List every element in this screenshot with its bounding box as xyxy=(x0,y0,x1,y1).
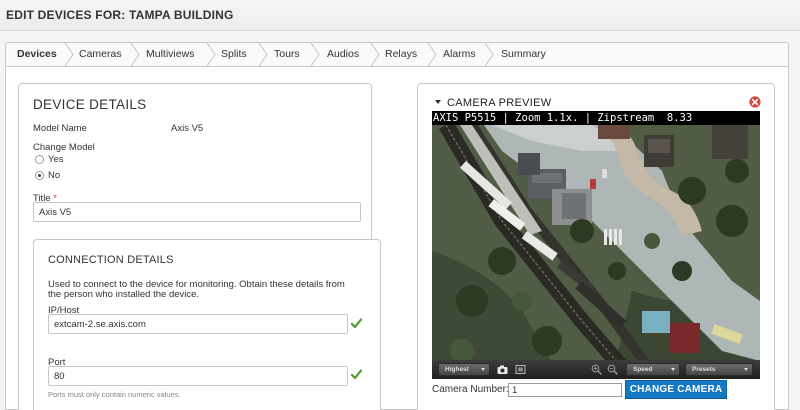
port-hint: Ports must only contain numeric values. xyxy=(48,390,181,399)
change-model-yes-radio[interactable] xyxy=(35,155,44,164)
camera-number-input[interactable]: 1 xyxy=(508,383,622,397)
connection-description: Used to connect to the device for monito… xyxy=(48,279,345,300)
change-model-yes-label[interactable]: Yes xyxy=(48,154,64,165)
close-icon[interactable] xyxy=(749,96,761,108)
presets-select-value: Presets xyxy=(692,366,716,373)
tab-cameras[interactable]: Cameras xyxy=(79,43,122,66)
video-control-bar: Highest Speed Presets xyxy=(432,360,760,379)
collapse-caret-icon[interactable] xyxy=(435,100,441,104)
tab-splits[interactable]: Splits xyxy=(221,43,247,66)
aerial-camera-image xyxy=(432,111,760,379)
page-header: EDIT DEVICES FOR: TAMPA BUILDING xyxy=(0,0,800,31)
change-model-label: Change Model xyxy=(33,142,95,153)
chevron-down-icon xyxy=(671,368,675,371)
model-name-label: Model Name xyxy=(33,123,87,134)
quality-select-value: Highest xyxy=(445,366,469,373)
speed-select-value: Speed xyxy=(633,366,653,373)
tab-separator xyxy=(64,43,74,66)
tab-separator xyxy=(310,43,320,66)
video-settings-icon[interactable] xyxy=(514,363,527,376)
zoom-out-icon[interactable] xyxy=(606,363,619,376)
tab-multiviews[interactable]: Multiviews xyxy=(146,43,194,66)
tab-separator xyxy=(427,43,437,66)
quality-select[interactable]: Highest xyxy=(438,363,490,376)
tab-separator xyxy=(258,43,268,66)
host-valid-check-icon xyxy=(351,318,362,329)
tab-tours[interactable]: Tours xyxy=(274,43,300,66)
presets-select[interactable]: Presets xyxy=(685,363,753,376)
port-valid-check-icon xyxy=(351,369,362,380)
speed-select[interactable]: Speed xyxy=(626,363,680,376)
chevron-down-icon xyxy=(481,368,485,371)
connection-details-heading: CONNECTION DETAILS xyxy=(48,254,174,266)
model-name-value: Axis V5 xyxy=(171,123,204,134)
tab-separator xyxy=(130,43,140,66)
title-input[interactable]: Axis V5 xyxy=(33,202,361,222)
tab-alarms[interactable]: Alarms xyxy=(443,43,476,66)
chevron-down-icon xyxy=(744,368,748,371)
tab-separator xyxy=(484,43,494,66)
device-details-heading: DEVICE DETAILS xyxy=(33,97,147,112)
tab-summary[interactable]: Summary xyxy=(501,43,546,66)
tab-separator xyxy=(206,43,216,66)
tab-relays[interactable]: Relays xyxy=(385,43,417,66)
zoom-in-icon[interactable] xyxy=(590,363,603,376)
change-camera-button[interactable]: CHANGE CAMERA xyxy=(625,380,727,399)
page-title: EDIT DEVICES FOR: TAMPA BUILDING xyxy=(6,8,234,22)
change-model-no-label[interactable]: No xyxy=(48,170,60,181)
change-model-no-radio[interactable] xyxy=(35,171,44,180)
tab-devices[interactable]: Devices xyxy=(17,43,57,66)
camera-number-label: Camera Number: xyxy=(432,384,509,395)
tab-separator xyxy=(370,43,380,66)
host-input[interactable]: extcam-2.se.axis.com xyxy=(48,314,348,334)
wizard-tabs: Devices Cameras Multiviews Splits Tours … xyxy=(5,42,789,67)
port-input[interactable]: 80 xyxy=(48,366,348,386)
camera-preview-heading: CAMERA PREVIEW xyxy=(447,97,552,109)
camera-overlay-text: AXIS P5515 | Zoom 1.1x. | Zipstream 8.33 xyxy=(432,111,760,125)
camera-video-feed[interactable]: AXIS P5515 | Zoom 1.1x. | Zipstream 8.33… xyxy=(432,111,760,379)
tab-audios[interactable]: Audios xyxy=(327,43,359,66)
snapshot-icon[interactable] xyxy=(496,363,509,376)
